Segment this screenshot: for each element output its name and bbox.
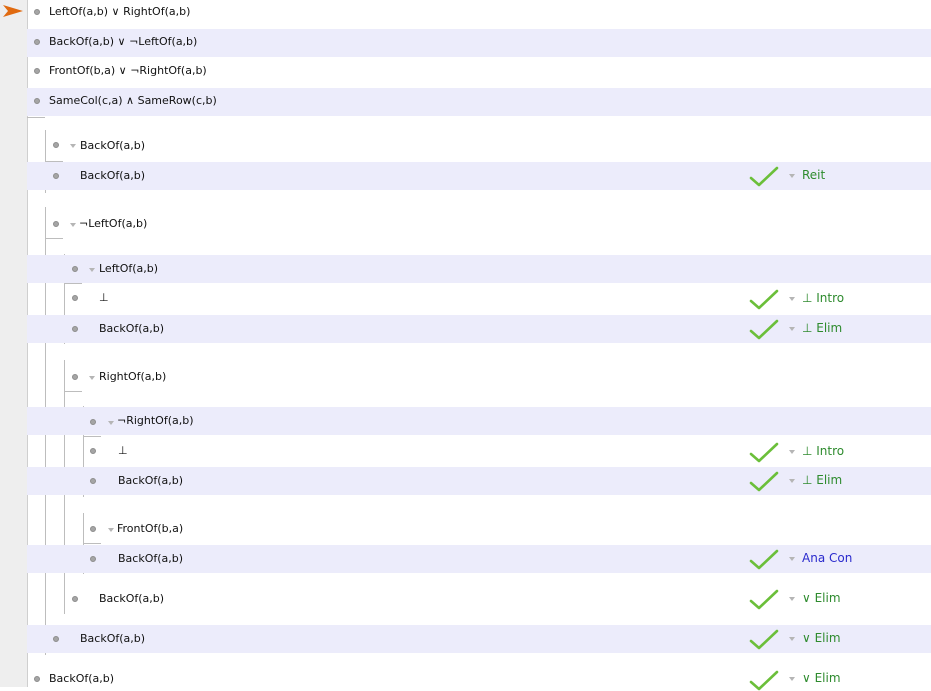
proof-step-row[interactable]: BackOf(a,b) Reit [27,162,931,190]
step-bullet-icon[interactable] [72,326,78,332]
step-bullet-icon[interactable] [90,478,96,484]
assumption-formula[interactable]: ¬LeftOf(a,b) [79,217,147,231]
rule-dropdown-icon[interactable] [789,637,795,641]
checkmark-icon [749,589,779,610]
fitch-bar [27,117,45,118]
rule-dropdown-icon[interactable] [789,479,795,483]
checkmark-icon [749,289,779,310]
current-step-pointer-icon [3,5,23,17]
step-bullet-icon[interactable] [34,39,40,45]
premise-formula[interactable]: SameCol(c,a) ∧ SameRow(c,b) [49,94,217,108]
step-formula[interactable]: BackOf(a,b) [118,552,183,566]
rule-label[interactable]: ⊥ Elim [802,473,842,487]
proof-step-row[interactable]: ⊥ ⊥ Intro [27,284,931,312]
checkmark-icon [749,442,779,463]
proof-panel: LeftOf(a,b) ∨ RightOf(a,b) BackOf(a,b) ∨… [27,0,931,691]
proof-step-row[interactable]: BackOf(a,b) ⊥ Elim [27,467,931,495]
checkmark-icon [749,629,779,650]
rule-dropdown-icon[interactable] [789,327,795,331]
premise-row[interactable]: LeftOf(a,b) ∨ RightOf(a,b) [27,0,931,28]
rule-label[interactable]: ∨ Elim [802,671,841,685]
step-formula[interactable]: BackOf(a,b) [80,169,145,183]
rule-label[interactable]: ⊥ Elim [802,321,842,335]
collapse-triangle-icon[interactable] [108,528,114,532]
rule-label[interactable]: Ana Con [802,551,852,565]
rule-dropdown-icon[interactable] [789,557,795,561]
step-bullet-icon[interactable] [90,556,96,562]
assumption-row[interactable]: LeftOf(a,b) [27,255,931,283]
checkmark-icon [749,549,779,570]
step-formula[interactable]: ⊥ [99,291,109,305]
step-bullet-icon[interactable] [34,9,40,15]
step-formula[interactable]: BackOf(a,b) [118,474,183,488]
collapse-triangle-icon[interactable] [108,421,114,425]
rule-label[interactable]: ∨ Elim [802,591,841,605]
gutter [0,0,28,687]
rule-label[interactable]: ∨ Elim [802,631,841,645]
rule-dropdown-icon[interactable] [789,677,795,681]
step-bullet-icon[interactable] [53,142,59,148]
step-formula[interactable]: BackOf(a,b) [80,632,145,646]
step-bullet-icon[interactable] [90,448,96,454]
step-bullet-icon[interactable] [34,676,40,682]
step-formula[interactable]: ⊥ [118,444,128,458]
rule-dropdown-icon[interactable] [789,174,795,178]
rule-dropdown-icon[interactable] [789,297,795,301]
step-formula[interactable]: BackOf(a,b) [99,592,164,606]
fitch-bar [83,543,101,544]
premise-formula[interactable]: LeftOf(a,b) ∨ RightOf(a,b) [49,5,190,19]
checkmark-icon [749,166,779,187]
proof-step-row[interactable]: ⊥ ⊥ Intro [27,437,931,465]
step-bullet-icon[interactable] [72,596,78,602]
assumption-row[interactable]: ¬LeftOf(a,b) [27,209,931,237]
assumption-row[interactable]: BackOf(a,b) [27,132,931,160]
premise-formula[interactable]: FrontOf(b,a) ∨ ¬RightOf(a,b) [49,64,207,78]
assumption-formula[interactable]: RightOf(a,b) [99,370,166,384]
step-bullet-icon[interactable] [53,173,59,179]
collapse-triangle-icon[interactable] [89,376,95,380]
assumption-row[interactable]: ¬RightOf(a,b) [27,407,931,435]
step-bullet-icon[interactable] [34,68,40,74]
step-bullet-icon[interactable] [72,374,78,380]
step-bullet-icon[interactable] [72,295,78,301]
step-bullet-icon[interactable] [72,266,78,272]
assumption-formula[interactable]: ¬RightOf(a,b) [117,414,194,428]
rule-dropdown-icon[interactable] [789,597,795,601]
step-bullet-icon[interactable] [53,636,59,642]
collapse-triangle-icon[interactable] [89,268,95,272]
rule-label[interactable]: ⊥ Intro [802,291,844,305]
checkmark-icon [749,670,779,691]
fitch-bar [45,238,63,239]
fitch-bar [64,391,82,392]
step-formula[interactable]: BackOf(a,b) [99,322,164,336]
step-bullet-icon[interactable] [34,98,40,104]
step-bullet-icon[interactable] [90,419,96,425]
rule-label[interactable]: ⊥ Intro [802,444,844,458]
step-bullet-icon[interactable] [53,221,59,227]
assumption-formula[interactable]: LeftOf(a,b) [99,262,158,276]
checkmark-icon [749,471,779,492]
assumption-row[interactable]: FrontOf(b,a) [27,515,931,543]
collapse-triangle-icon[interactable] [70,144,76,148]
conclusion-formula[interactable]: BackOf(a,b) [49,672,114,686]
assumption-formula[interactable]: BackOf(a,b) [80,139,145,153]
premise-formula[interactable]: BackOf(a,b) ∨ ¬LeftOf(a,b) [49,35,197,49]
premise-row[interactable]: SameCol(c,a) ∧ SameRow(c,b) [27,88,931,116]
proof-step-row[interactable]: BackOf(a,b) ∨ Elim [27,625,931,653]
rule-label[interactable]: Reit [802,168,825,182]
proof-step-row[interactable]: BackOf(a,b) ∨ Elim [27,585,931,613]
proof-step-row[interactable]: BackOf(a,b) Ana Con [27,545,931,573]
collapse-triangle-icon[interactable] [70,223,76,227]
premise-row[interactable]: BackOf(a,b) ∨ ¬LeftOf(a,b) [27,29,931,57]
premise-row[interactable]: FrontOf(b,a) ∨ ¬RightOf(a,b) [27,58,931,86]
proof-step-row[interactable]: BackOf(a,b) ⊥ Elim [27,315,931,343]
step-bullet-icon[interactable] [90,526,96,532]
checkmark-icon [749,319,779,340]
assumption-row[interactable]: RightOf(a,b) [27,362,931,390]
rule-dropdown-icon[interactable] [789,450,795,454]
conclusion-row[interactable]: BackOf(a,b) ∨ Elim [27,665,931,691]
assumption-formula[interactable]: FrontOf(b,a) [117,522,183,536]
